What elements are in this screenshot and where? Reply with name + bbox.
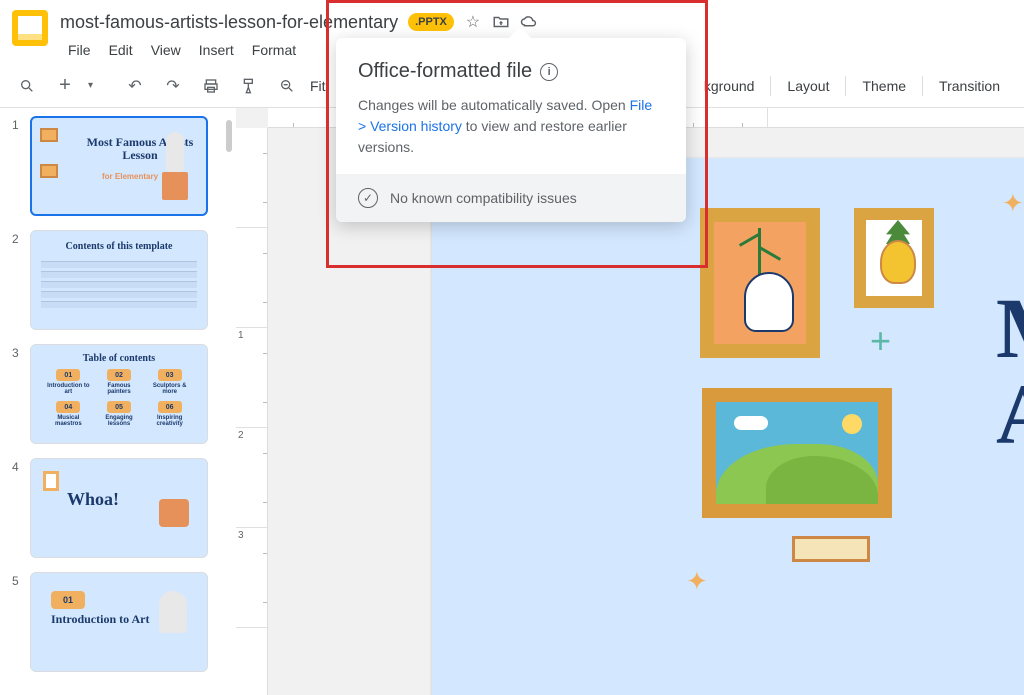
slide-thumb-1[interactable]: 1 Most Famous Artists Lesson for Element… (12, 116, 236, 216)
sparkle-icon: ✦ (1002, 188, 1024, 219)
plus-decoration-icon: + (870, 320, 891, 362)
slide-number: 2 (12, 230, 24, 330)
separator (770, 76, 771, 96)
popover-text: Changes will be automatically saved. Ope… (358, 95, 664, 158)
menu-file[interactable]: File (60, 40, 99, 60)
slide-number: 1 (12, 116, 24, 216)
check-icon: ✓ (358, 188, 378, 208)
paint-format-icon[interactable] (234, 71, 264, 101)
plaque-decoration[interactable] (792, 536, 870, 562)
menu-format[interactable]: Format (244, 40, 304, 60)
slide-thumb-3[interactable]: 3 Table of contents 01Introduction to ar… (12, 344, 236, 444)
menu-view[interactable]: View (143, 40, 189, 60)
print-icon[interactable] (196, 71, 226, 101)
slide-panel[interactable]: 1 Most Famous Artists Lesson for Element… (0, 108, 236, 695)
search-icon[interactable] (12, 71, 42, 101)
layout-button[interactable]: Layout (775, 72, 841, 100)
thumb-title: Table of contents (31, 353, 207, 364)
landscape-painting[interactable] (702, 388, 892, 518)
zoom-fit-label[interactable]: Fit (310, 78, 326, 94)
thumb-title: Whoa! (67, 489, 119, 510)
pineapple-painting[interactable] (854, 208, 934, 308)
thumb-title: Contents of this template (31, 241, 207, 252)
slide-thumb-4[interactable]: 4 Whoa! (12, 458, 236, 558)
undo-icon[interactable]: ↶ (120, 71, 150, 101)
slide-number: 5 (12, 572, 24, 672)
compatibility-text: No known compatibility issues (390, 190, 577, 206)
slide-title-line1[interactable]: Most Fa (996, 288, 1024, 370)
office-format-popover: Office-formatted file i Changes will be … (336, 38, 686, 222)
slide-number: 3 (12, 344, 24, 444)
slide-title-line2[interactable]: Artists L (996, 374, 1024, 456)
doc-title[interactable]: most-famous-artists-lesson-for-elementar… (60, 12, 398, 33)
new-slide-icon[interactable]: + (50, 71, 80, 101)
redo-icon[interactable]: ↷ (158, 71, 188, 101)
separator (845, 76, 846, 96)
vase-painting[interactable] (700, 208, 820, 358)
menu-insert[interactable]: Insert (191, 40, 242, 60)
move-folder-icon[interactable] (492, 13, 510, 31)
main-slide[interactable]: ✦ ✦ + Most Fa Artists L for Elem Here is… (432, 158, 1024, 695)
info-icon[interactable]: i (540, 63, 558, 81)
slides-logo-icon[interactable] (12, 10, 48, 46)
new-slide-caret-icon[interactable]: ▾ (88, 80, 98, 91)
menu-edit[interactable]: Edit (101, 40, 141, 60)
thumb-badge: 01 (51, 591, 85, 609)
thumb-title: Introduction to Art (51, 613, 149, 626)
thumb-subtitle: for Elementary (102, 172, 158, 181)
star-icon[interactable]: ☆ (464, 13, 482, 31)
slide-thumb-2[interactable]: 2 Contents of this template (12, 230, 236, 330)
transition-button[interactable]: Transition (927, 72, 1012, 100)
doc-title-row: most-famous-artists-lesson-for-elementar… (60, 8, 1012, 36)
pptx-badge[interactable]: .PPTX (408, 13, 454, 31)
slide-number: 4 (12, 458, 24, 558)
zoom-out-icon[interactable] (272, 71, 302, 101)
sparkle-icon: ✦ (686, 566, 708, 597)
vertical-ruler[interactable]: 123 (236, 128, 268, 695)
slide-thumb-5[interactable]: 5 01 Introduction to Art (12, 572, 236, 672)
scrollbar-thumb[interactable] (226, 120, 232, 152)
background-button[interactable]: kground (692, 72, 767, 100)
popover-title: Office-formatted file (358, 60, 532, 83)
theme-button[interactable]: Theme (850, 72, 918, 100)
popover-footer: ✓ No known compatibility issues (336, 174, 686, 222)
separator (922, 76, 923, 96)
